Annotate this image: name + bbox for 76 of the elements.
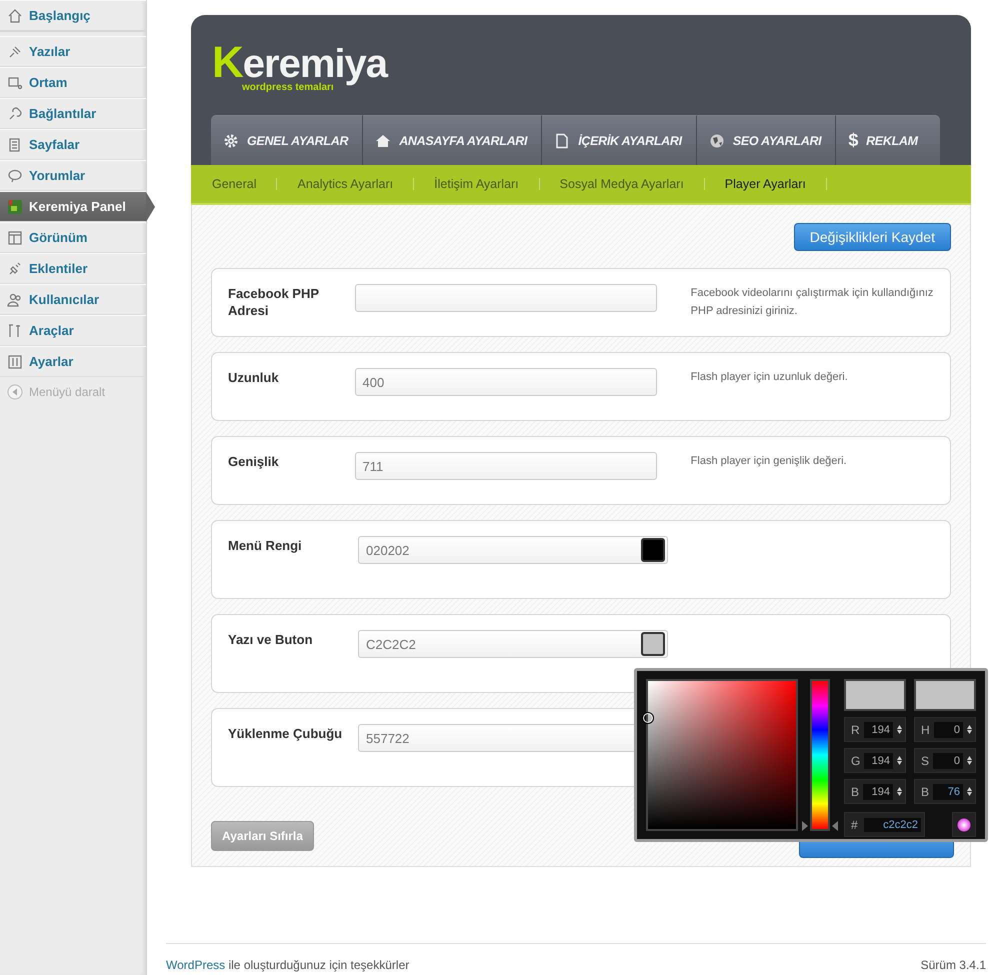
subnav-link[interactable]: Analytics Ayarları: [297, 177, 394, 191]
nav-tab[interactable]: İÇERİK AYARLARI: [542, 115, 697, 165]
sidebar-item[interactable]: Görünüm: [0, 222, 146, 253]
link-icon: [7, 106, 23, 122]
color-swatch[interactable]: [641, 632, 665, 656]
sidebar-item[interactable]: Ayarlar: [0, 346, 146, 377]
nav-tab[interactable]: ANASAYFA AYARLARI: [363, 115, 542, 165]
layout-icon: [7, 230, 23, 246]
channel-field[interactable]: H 0: [914, 717, 976, 742]
reset-button[interactable]: Ayarları Sıfırla: [211, 821, 314, 851]
field-description: Flash player için uzunluk değeri.: [690, 370, 849, 385]
plug-icon: [7, 260, 23, 276]
logo: Keremiya: [212, 43, 388, 84]
new-color-swatch: [844, 679, 906, 711]
field-description: Flash player için genişlik değeri.: [690, 454, 848, 469]
channel-field[interactable]: S 0: [914, 748, 976, 773]
spinner-icon[interactable]: [967, 725, 972, 734]
current-color-swatch: [914, 679, 976, 711]
home-icon: [375, 132, 392, 148]
channel-field[interactable]: G 194: [844, 748, 906, 773]
channel-field[interactable]: B 194: [844, 779, 906, 804]
version-text: Sürüm 3.4.1: [920, 958, 986, 972]
page-icon: [554, 132, 570, 148]
field-label: Yüklenme Çubuğu: [228, 725, 344, 743]
spinner-icon[interactable]: [967, 787, 972, 796]
input-field[interactable]: 711: [354, 452, 657, 480]
nav-tab[interactable]: GENEL AYARLAR: [211, 115, 364, 165]
sidebar-item[interactable]: Kullanıcılar: [0, 284, 146, 315]
color-wheel-icon: [957, 818, 971, 832]
input-field[interactable]: 400: [354, 368, 657, 396]
color-field[interactable]: 020202: [358, 536, 668, 564]
media-icon: [7, 74, 23, 90]
hex-field[interactable]: # c2c2c2: [844, 812, 925, 837]
spinner-icon[interactable]: [967, 756, 972, 765]
panel-icon: [7, 198, 23, 214]
input-field[interactable]: [354, 284, 657, 312]
channel-field[interactable]: B 76: [914, 779, 976, 804]
field-label: Genişlik: [228, 453, 280, 471]
subnav-link[interactable]: Player Ayarları: [724, 177, 806, 191]
spinner-icon[interactable]: [897, 725, 902, 734]
sidebar-item[interactable]: Yazılar: [0, 36, 146, 67]
spinner-icon[interactable]: [897, 756, 902, 765]
spinner-icon[interactable]: [897, 787, 902, 796]
channel-field[interactable]: R 194: [844, 717, 906, 742]
sidebar-item[interactable]: Eklentiler: [0, 253, 146, 284]
field-label: Menü Rengi: [228, 537, 303, 555]
field-label: Facebook PHP Adresi: [228, 285, 320, 320]
globe-icon: [708, 132, 725, 148]
field-description: Facebook videolarını çalıştırmak için kullandığınız PHP adresinizi giriniz.: [690, 286, 934, 319]
subnav-link[interactable]: Sosyal Medya Ayarları: [560, 177, 684, 191]
home-icon: [7, 8, 23, 24]
nav-tab[interactable]: SEO AYARLARI: [696, 115, 836, 165]
field-label: Uzunluk: [228, 369, 280, 387]
sidebar-item[interactable]: Sayfalar: [0, 129, 146, 160]
sidebar-item[interactable]: Ortam: [0, 67, 146, 98]
hue-slider[interactable]: [802, 679, 838, 831]
tools-icon: [7, 322, 23, 338]
color-swatch[interactable]: [641, 538, 665, 562]
nav-tab[interactable]: $ REKLAM: [836, 115, 940, 165]
sidebar-item[interactable]: Başlangıç: [0, 0, 146, 32]
comment-icon: [7, 168, 23, 184]
save-button[interactable]: Değişiklikleri Kaydet: [794, 223, 951, 251]
subnav-link[interactable]: General: [212, 177, 256, 191]
sidebar-item[interactable]: Araçlar: [0, 315, 146, 346]
footer-text: WordPress ile oluşturduğunuz için teşekkürler: [166, 958, 410, 972]
color-wheel-button[interactable]: [952, 812, 976, 837]
gear-icon: [223, 132, 239, 148]
subnav-link[interactable]: İletişim Ayarları: [434, 177, 519, 191]
pin-icon: [7, 44, 23, 60]
users-icon: [7, 292, 23, 308]
color-field[interactable]: C2C2C2: [358, 630, 668, 658]
sliders-icon: [7, 354, 23, 370]
field-label: Yazı ve Buton: [228, 631, 314, 649]
wordpress-link[interactable]: WordPress: [166, 958, 226, 972]
sidebar-item[interactable]: Bağlantılar: [0, 98, 146, 129]
arrow-left-icon: [7, 384, 23, 400]
